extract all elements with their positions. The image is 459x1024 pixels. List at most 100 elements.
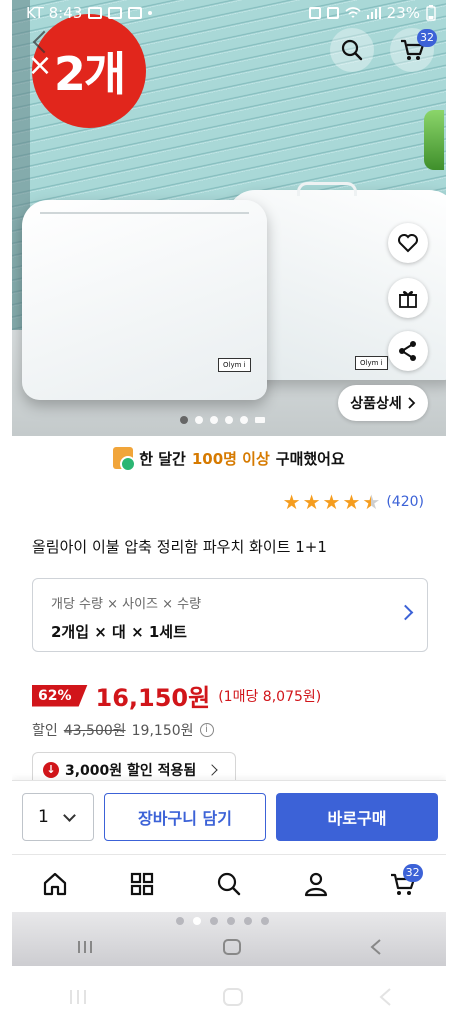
category-icon: [131, 872, 154, 895]
quantity-value: 1: [38, 807, 49, 827]
share-icon: [399, 341, 416, 361]
nav-search[interactable]: [207, 862, 251, 906]
cart-count-badge: 32: [402, 863, 423, 882]
add-to-cart-button[interactable]: 장바구니 담기: [104, 793, 266, 841]
home-nav-icon[interactable]: [222, 987, 244, 1007]
review-count-link[interactable]: (420): [386, 494, 424, 510]
banner-prefix: 한 달간: [139, 449, 186, 468]
product-detail-label: 상품상세: [350, 396, 402, 412]
outer-system-nav-bar: [0, 975, 459, 1019]
chevron-right-icon: [408, 397, 416, 409]
carousel-more-indicator: [255, 417, 265, 423]
page-indicator: [176, 917, 269, 925]
home-nav-icon[interactable]: [222, 938, 242, 956]
system-navigation-area: [12, 912, 446, 966]
battery-level: 23%: [386, 4, 420, 22]
quantity-select[interactable]: 1: [22, 793, 94, 841]
product-detail-button[interactable]: 상품상세: [338, 385, 428, 421]
gift-icon: [399, 291, 417, 308]
option-value: 2개입 × 대 × 1세트: [51, 623, 187, 641]
search-icon: [341, 39, 363, 61]
page-dot: [227, 917, 235, 925]
coupon-text: 3,000원 할인 적용됨: [65, 762, 197, 779]
star-icon: ★: [302, 490, 321, 514]
bag-zipper-seam: [40, 212, 249, 214]
page-dot: [244, 917, 252, 925]
discounted-price: 19,150원: [131, 723, 194, 739]
sale-price: 16,150원: [95, 684, 211, 712]
buy-now-button[interactable]: 바로구매: [276, 793, 438, 841]
product-image-carousel[interactable]: Olym i Olym i 2개 × 32 상품상세: [12, 0, 446, 436]
heart-icon: [398, 234, 418, 253]
wishlist-button[interactable]: [388, 223, 428, 263]
mute-icon: [326, 7, 339, 19]
plant-decoration: [424, 110, 444, 170]
wifi-icon: [345, 7, 361, 18]
chevron-right-icon: [206, 763, 218, 776]
bag-handle: [297, 182, 357, 196]
system-nav-bar: [12, 928, 446, 966]
cart-count-badge: 32: [417, 29, 437, 47]
home-icon: [44, 872, 67, 895]
discount-label: 할인: [32, 723, 58, 739]
price-row: 62% 16,150원 (1매당 8,075원): [32, 678, 321, 713]
status-time: KT 8:43: [26, 4, 83, 22]
recent-apps-icon[interactable]: [75, 939, 95, 955]
option-selector[interactable]: 개당 수량 × 사이즈 × 수량 2개입 × 대 × 1세트: [32, 578, 428, 652]
page-dot-active: [193, 917, 201, 925]
original-price: 43,500원: [63, 723, 126, 739]
half-star-icon: ★: [362, 490, 381, 514]
recent-apps-icon[interactable]: [67, 988, 89, 1006]
page-dot: [176, 917, 184, 925]
carousel-dot: [225, 416, 233, 424]
gallery-notification-icon: [88, 7, 103, 19]
app-screen: Olym i Olym i 2개 × 32 상품상세 KT 8:43 23% 한…: [12, 0, 446, 966]
info-icon[interactable]: i: [199, 723, 214, 737]
discount-badge: 62%: [32, 684, 88, 707]
carousel-dot: [240, 416, 248, 424]
product-title: 올림아이 이불 압축 정리함 파우치 화이트 1+1: [32, 538, 327, 556]
star-icon: ★: [322, 490, 341, 514]
more-notifications-icon: [148, 11, 153, 15]
nav-category[interactable]: [120, 862, 164, 906]
search-button[interactable]: [330, 28, 374, 72]
carousel-indicator: [180, 416, 265, 424]
banner-suffix: 구매했어요: [275, 449, 345, 468]
original-price-row: 할인 43,500원 19,150원 i: [32, 720, 214, 740]
chevron-down-icon: [62, 808, 76, 822]
carousel-dot: [210, 416, 218, 424]
bag-brand-tag: Olym i: [355, 356, 388, 370]
star-icon: ★: [342, 490, 361, 514]
page-dot: [261, 917, 269, 925]
status-bar: KT 8:43 23%: [12, 0, 446, 26]
gift-button[interactable]: [388, 278, 428, 318]
back-nav-icon[interactable]: [369, 938, 383, 956]
purchase-count-banner: 한 달간 100명 이상 구매했어요: [12, 440, 446, 476]
close-button[interactable]: ×: [22, 48, 58, 84]
carousel-dot: [195, 416, 203, 424]
shopping-bag-check-icon: [113, 447, 137, 472]
star-icon: ★: [282, 490, 301, 514]
product-rating[interactable]: ★ ★ ★ ★ ★ (420): [283, 490, 424, 514]
chevron-right-icon: [397, 604, 414, 621]
purchase-action-bar: 1 장바구니 담기 바로구매: [12, 780, 446, 854]
carousel-dot-active: [180, 416, 188, 424]
share-button[interactable]: [388, 331, 428, 371]
bag-brand-tag: Olym i: [218, 358, 251, 372]
my-account-icon: [304, 872, 327, 896]
edit-notification-icon: [108, 7, 123, 19]
down-arrow-icon: ↓: [43, 761, 59, 778]
page-dot: [210, 917, 218, 925]
banner-highlight: 100명 이상: [191, 449, 270, 468]
battery-icon: [426, 5, 436, 21]
signal-icon: [366, 7, 381, 19]
bottom-navigation: 32: [12, 854, 446, 912]
nav-home[interactable]: [33, 862, 77, 906]
back-nav-icon[interactable]: [378, 987, 392, 1007]
notification-icon: [128, 7, 143, 19]
alarm-icon: [308, 7, 321, 19]
nav-my-account[interactable]: [294, 862, 338, 906]
product-bag-left: Olym i: [22, 200, 267, 400]
nav-cart[interactable]: 32: [381, 862, 425, 906]
option-label: 개당 수량 × 사이즈 × 수량: [51, 597, 202, 612]
